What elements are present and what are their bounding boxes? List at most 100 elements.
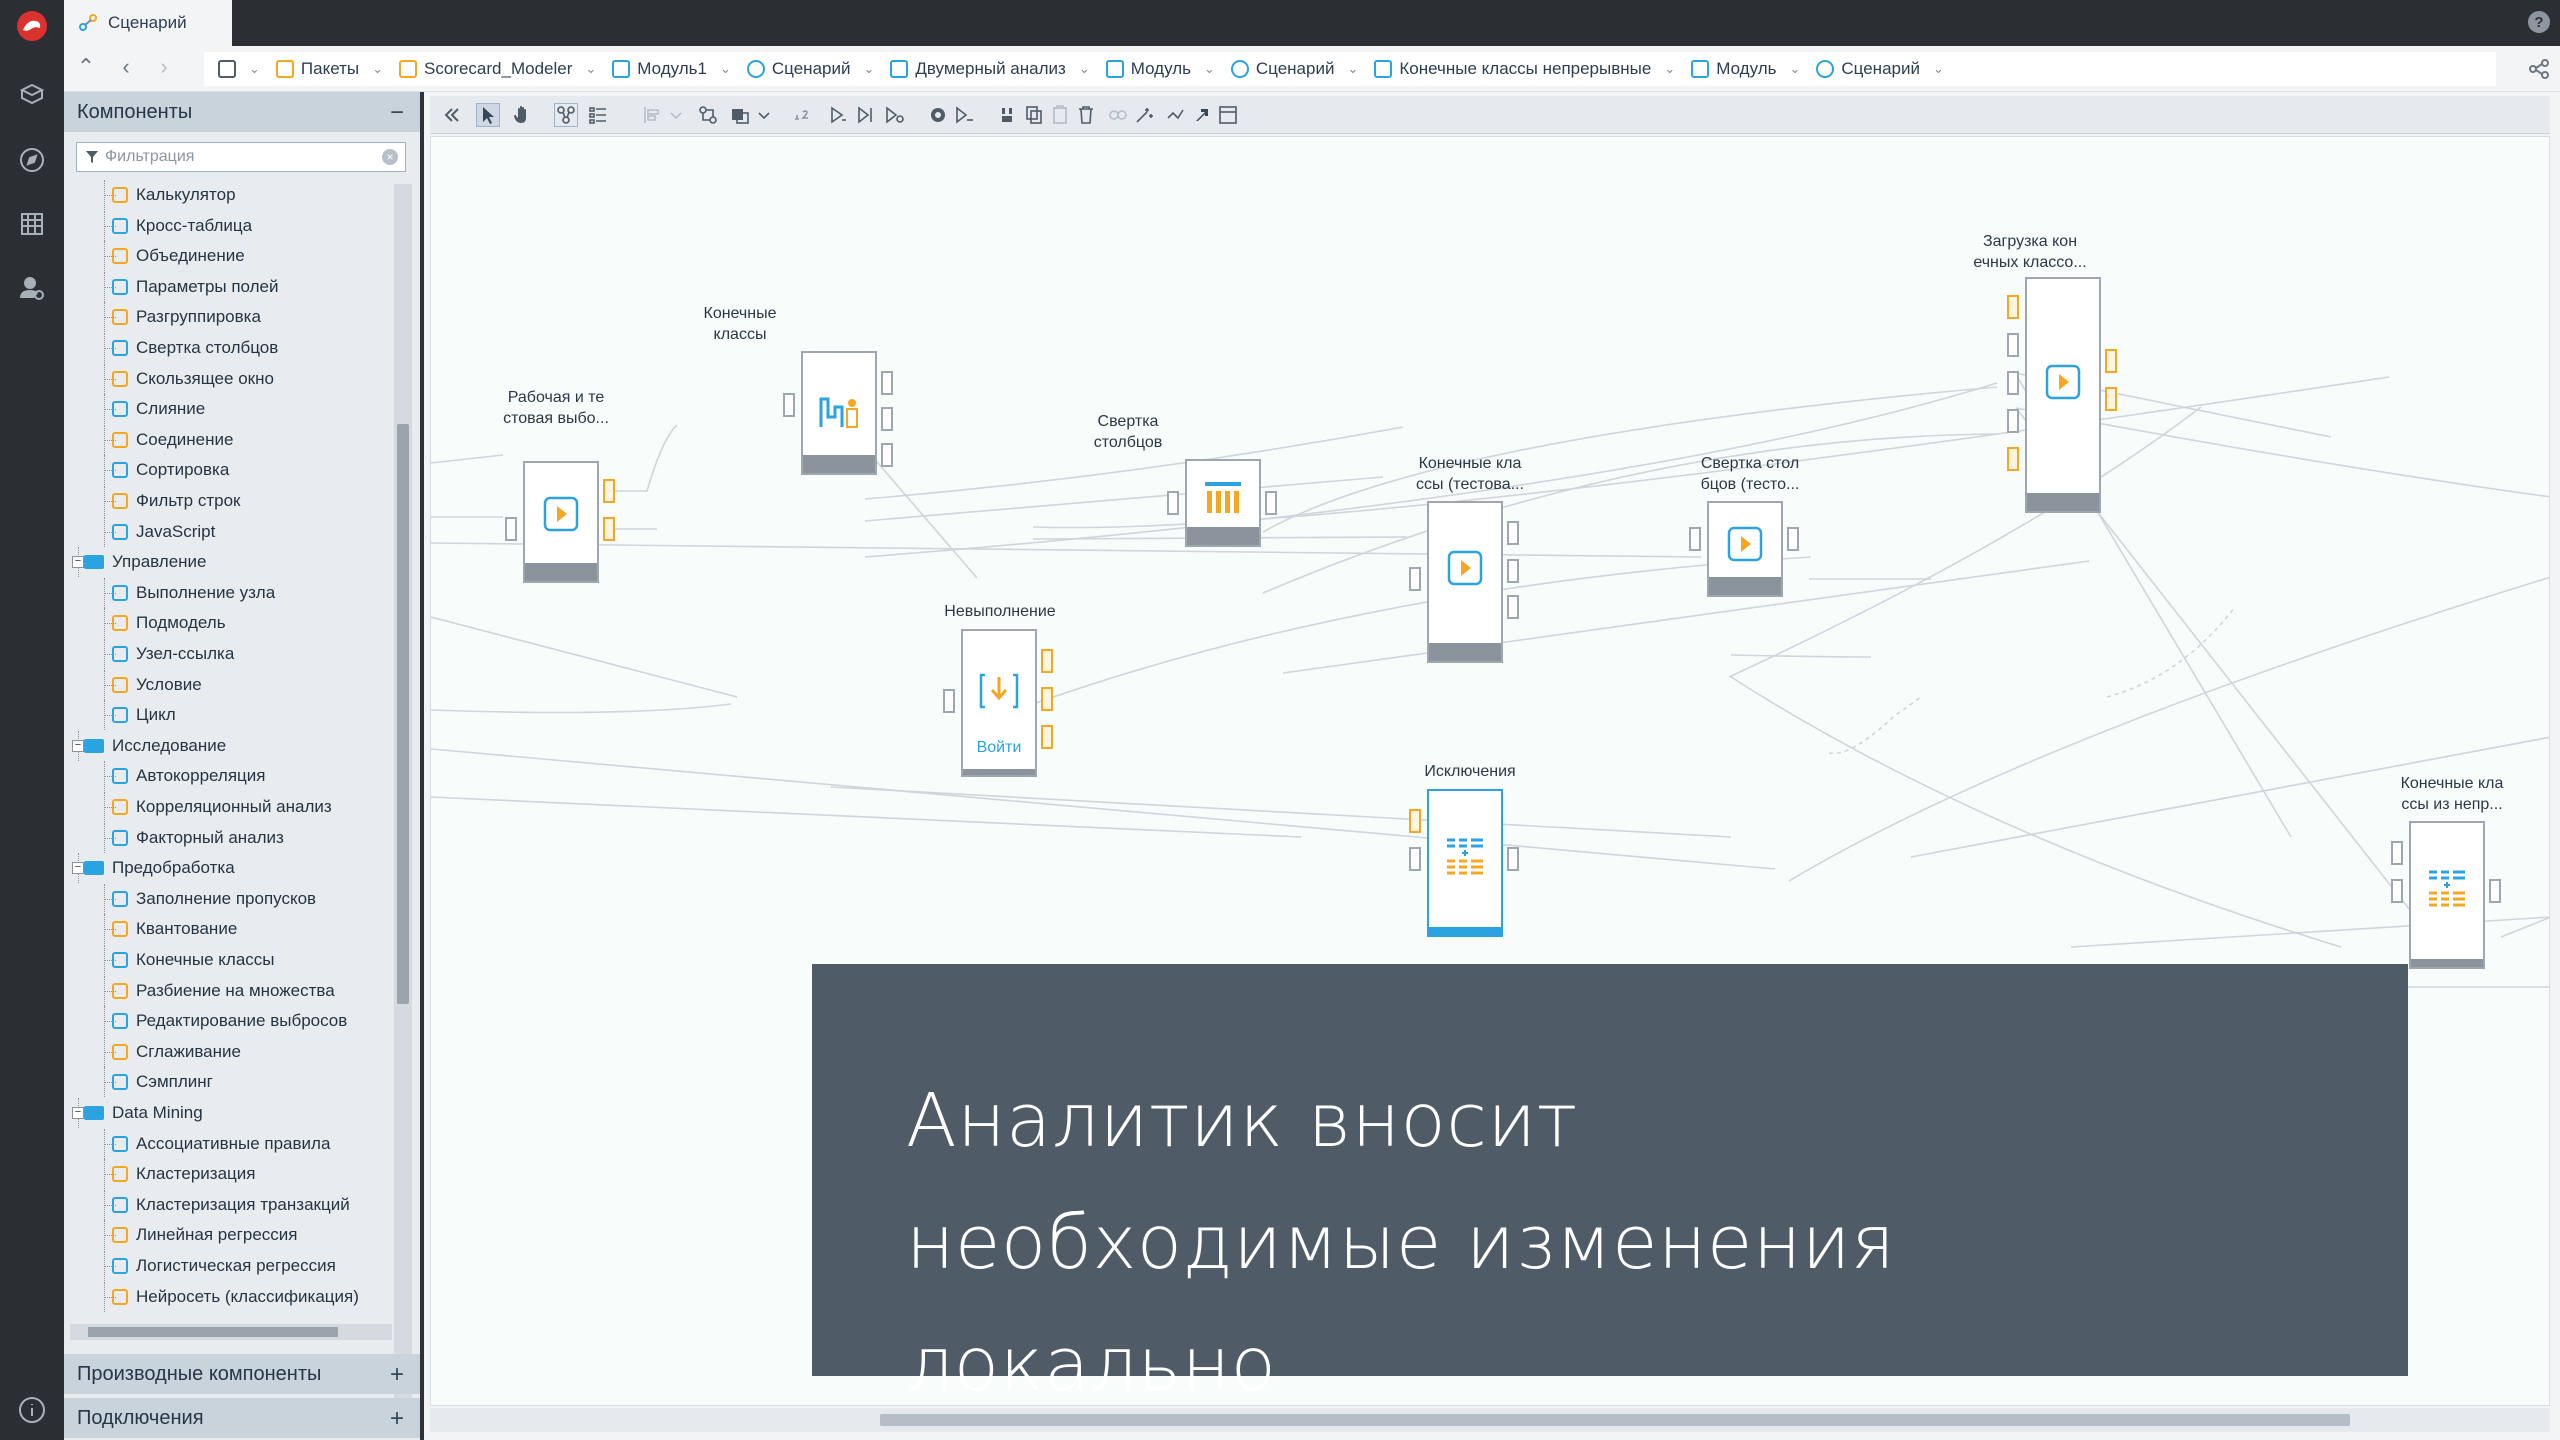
input-port[interactable] <box>2391 841 2403 865</box>
input-port[interactable] <box>1689 527 1701 551</box>
tree-item[interactable]: Разгруппировка <box>64 302 261 333</box>
tree-item[interactable]: Линейная регрессия <box>64 1220 297 1251</box>
breadcrumb-item[interactable]: Конечные классы непрерывные ⌄ <box>1368 59 1681 79</box>
table-icon[interactable] <box>12 204 52 244</box>
tree-folder[interactable]: − Предобработка <box>64 853 235 884</box>
chevron-down-icon[interactable]: ⌄ <box>1079 61 1090 77</box>
tree-item[interactable]: Автокорреляция <box>64 761 266 792</box>
collapse-node-icon[interactable]: − <box>72 739 84 752</box>
tree-item[interactable]: Ассоциативные правила <box>64 1128 330 1159</box>
node-exceptions[interactable] <box>1427 789 1503 937</box>
chevron-down-icon[interactable]: ⌄ <box>249 61 260 77</box>
up-arrow-icon[interactable]: ⌃ <box>74 56 98 80</box>
chevron-down-icon[interactable]: ⌄ <box>863 61 874 77</box>
tree-item[interactable]: Свертка столбцов <box>64 333 278 363</box>
run-to-node-icon[interactable] <box>882 103 906 127</box>
output-port[interactable] <box>1507 559 1519 583</box>
output-port[interactable] <box>2105 387 2117 411</box>
output-port[interactable] <box>1041 649 1053 673</box>
node-fold-columns-test[interactable] <box>1707 501 1783 597</box>
collapse-node-icon[interactable]: − <box>72 1107 84 1119</box>
chevron-down-icon[interactable]: ⌄ <box>1664 61 1675 77</box>
node-final-classes[interactable] <box>801 351 877 475</box>
output-port[interactable] <box>1787 527 1799 551</box>
tree-item[interactable]: Кластеризация <box>64 1159 255 1190</box>
breadcrumb-item[interactable]: ⌄ <box>212 60 266 78</box>
chevron-down-icon[interactable]: ⌄ <box>1790 61 1801 77</box>
delete-icon[interactable] <box>1074 103 1098 127</box>
tree-item[interactable]: Фильтр строк <box>64 486 240 516</box>
tree-item[interactable]: Квантование <box>64 914 237 945</box>
compass-icon[interactable] <box>12 140 52 180</box>
output-port[interactable] <box>881 407 893 431</box>
paste-icon[interactable] <box>1048 103 1072 127</box>
sidebar-hscroll-thumb[interactable] <box>88 1327 338 1337</box>
tree-item[interactable]: Конечные классы <box>64 945 275 975</box>
layout-icon[interactable] <box>696 103 720 127</box>
output-port[interactable] <box>1507 521 1519 545</box>
filter-input[interactable]: Фильтрация × <box>76 142 406 172</box>
tree-item[interactable]: Выполнение узла <box>64 577 275 608</box>
chevron-down-icon[interactable]: ⌄ <box>1933 61 1944 77</box>
numbering-icon[interactable] <box>790 103 814 127</box>
back-arrow-icon[interactable]: ‹ <box>114 56 138 80</box>
enter-button[interactable]: Войти <box>963 739 1035 757</box>
input-port[interactable] <box>1409 847 1421 871</box>
go-to-icon[interactable] <box>1190 103 1214 127</box>
pause-icon[interactable] <box>996 103 1020 127</box>
sidebar-vertical-scrollbar[interactable] <box>394 184 412 1414</box>
tree-folder[interactable]: − Исследование <box>64 730 226 761</box>
tree-item[interactable]: Слияние <box>64 394 205 425</box>
input-port[interactable] <box>2007 409 2019 433</box>
sidebar-scroll-thumb[interactable] <box>397 424 409 1004</box>
connections-header[interactable]: Подключения + <box>64 1398 420 1438</box>
input-port[interactable] <box>943 689 955 713</box>
input-port[interactable] <box>1409 809 1421 833</box>
sidebar-horizontal-scrollbar[interactable] <box>70 1324 392 1340</box>
run-icon[interactable] <box>826 103 850 127</box>
output-port[interactable] <box>1265 491 1277 515</box>
chevron-down-icon[interactable]: ⌄ <box>372 61 383 77</box>
tree-item[interactable]: Скользящее окно <box>64 363 274 394</box>
magic-icon[interactable] <box>1132 103 1156 127</box>
tab-scenario[interactable]: Сценарий <box>64 0 232 46</box>
run-step-icon[interactable] <box>854 103 878 127</box>
tree-item[interactable]: Сэмплинг <box>64 1067 213 1098</box>
input-port[interactable] <box>2007 295 2019 319</box>
tree-item[interactable]: Факторный анализ <box>64 822 284 853</box>
input-port[interactable] <box>783 393 795 417</box>
gear-icon[interactable] <box>926 103 950 127</box>
tree-item[interactable]: Условие <box>64 669 202 700</box>
chevron-down-icon[interactable]: ⌄ <box>585 61 596 77</box>
tree-item[interactable]: Калькулятор <box>64 180 236 210</box>
list-view-icon[interactable] <box>586 103 610 127</box>
tree-folder[interactable]: − Data Mining <box>64 1098 203 1128</box>
collapse-node-icon[interactable]: − <box>72 556 84 569</box>
output-port[interactable] <box>603 479 615 503</box>
pointer-icon[interactable] <box>476 103 500 127</box>
output-port[interactable] <box>1041 687 1053 711</box>
input-port[interactable] <box>2391 879 2403 903</box>
derived-components-header[interactable]: Производные компоненты + <box>64 1354 420 1394</box>
output-port[interactable] <box>881 371 893 395</box>
node-mode-icon[interactable] <box>554 103 578 127</box>
input-port[interactable] <box>2007 371 2019 395</box>
chevron-down-icon[interactable]: ⌄ <box>1347 61 1358 77</box>
tree-item[interactable]: Параметры полей <box>64 271 279 302</box>
node-final-from-cont[interactable] <box>2409 821 2485 969</box>
collapse-button[interactable]: − <box>390 99 404 127</box>
collapse-node-icon[interactable]: − <box>72 862 84 875</box>
components-panel-header[interactable]: Компоненты − <box>64 92 420 132</box>
breadcrumb-item[interactable]: Сценарий ⌄ <box>741 59 880 79</box>
output-port[interactable] <box>2489 879 2501 903</box>
input-port[interactable] <box>1167 491 1179 515</box>
tree-item[interactable]: Узел-ссылка <box>64 639 234 669</box>
hand-icon[interactable] <box>510 103 534 127</box>
breadcrumb-item[interactable]: Модуль ⌄ <box>1685 59 1806 79</box>
run-settings-icon[interactable] <box>952 103 976 127</box>
breadcrumb-item[interactable]: Модуль ⌄ <box>1100 59 1221 79</box>
user-settings-icon[interactable] <box>12 268 52 308</box>
input-port[interactable] <box>505 517 517 541</box>
tree-folder[interactable]: − Управление <box>64 547 207 578</box>
chevron-down-icon[interactable]: ⌄ <box>720 61 731 77</box>
